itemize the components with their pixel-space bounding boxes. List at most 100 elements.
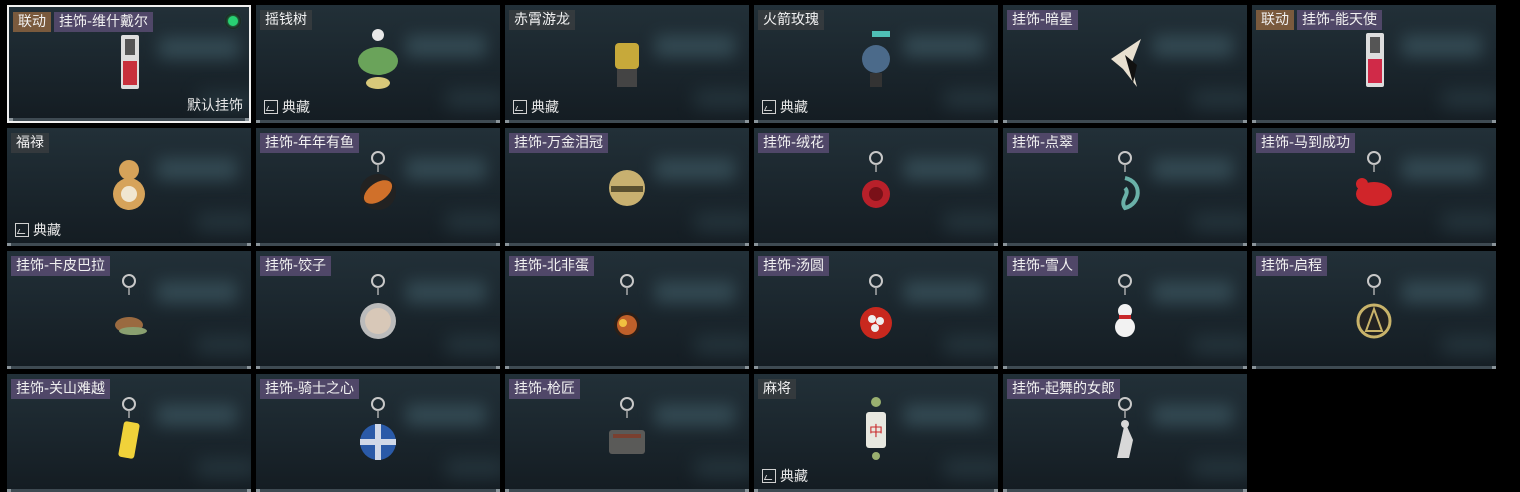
charm-tile[interactable]: 火箭玫瑰 典藏	[754, 5, 998, 123]
charm-tile[interactable]: 麻将 典藏 中	[754, 374, 998, 492]
charm-name: 挂饰-绒花	[758, 133, 830, 153]
charm-labels: 摇钱树	[260, 10, 312, 30]
charm-name: 挂饰-关山难越	[11, 379, 111, 399]
tile-bottom-bar	[1003, 243, 1247, 246]
charm-tile[interactable]: 挂饰-饺子	[256, 251, 500, 369]
tile-bottom-bar	[505, 243, 749, 246]
tile-bottom-bar	[1252, 366, 1496, 369]
classic-collection-tag: 典藏	[15, 220, 61, 240]
equipped-indicator-icon	[225, 13, 241, 29]
gourd-icon	[107, 148, 151, 224]
dragon-figure-icon	[605, 25, 649, 101]
charm-tile[interactable]: 挂饰-年年有鱼	[256, 128, 500, 246]
shakshuka-icon	[605, 271, 649, 347]
charm-labels: 挂饰-关山难越	[11, 379, 111, 399]
charm-labels: 挂饰-饺子	[260, 256, 332, 276]
charm-name: 福禄	[11, 133, 49, 153]
fish-plate-icon	[356, 148, 400, 224]
charm-name: 挂饰-马到成功	[1256, 133, 1356, 153]
charm-labels: 挂饰-起舞的女郎	[1007, 379, 1121, 399]
tile-bottom-bar	[256, 243, 500, 246]
tile-bottom-bar	[1003, 120, 1247, 123]
charm-name: 挂饰-骑士之心	[260, 379, 360, 399]
mahjong-glyph: 中	[869, 424, 883, 440]
rose-icon	[854, 148, 898, 224]
charm-tile[interactable]: 福禄典藏	[7, 128, 251, 246]
charm-name: 挂饰-卡皮巴拉	[11, 256, 111, 276]
charm-tile[interactable]: 挂饰-万金泪冠	[505, 128, 749, 246]
dark-star-icon	[1103, 25, 1147, 101]
charm-labels: 挂饰-雪人	[1007, 256, 1079, 276]
tile-bottom-bar	[754, 243, 998, 246]
charm-tile[interactable]: 挂饰-绒花	[754, 128, 998, 246]
collab-badge: 联动	[13, 12, 51, 32]
charm-labels: 挂饰-卡皮巴拉	[11, 256, 111, 276]
tile-bottom-bar	[505, 120, 749, 123]
charm-name: 挂饰-维什戴尔	[54, 12, 154, 32]
crown-emblem-icon	[605, 148, 649, 224]
charm-tile[interactable]: 赤霄游龙 典藏	[505, 5, 749, 123]
charm-labels: 挂饰-马到成功	[1256, 133, 1356, 153]
charm-tile[interactable]: 挂饰-起舞的女郎	[1003, 374, 1247, 492]
image-gallery-icon	[762, 100, 776, 114]
classic-collection-tag: 典藏	[264, 97, 310, 117]
classic-label: 典藏	[780, 100, 808, 116]
charm-tile[interactable]: 挂饰-骑士之心	[256, 374, 500, 492]
charm-name: 挂饰-雪人	[1007, 256, 1079, 276]
mahjong-tile-icon: 中	[854, 394, 898, 470]
charm-labels: 联动 挂饰-维什戴尔	[13, 12, 154, 32]
dancer-statue-icon	[1103, 394, 1147, 470]
charm-name: 挂饰-年年有鱼	[260, 133, 360, 153]
phoenix-pin-icon	[1103, 148, 1147, 224]
charm-name: 挂饰-能天使	[1297, 10, 1383, 30]
charm-tile[interactable]: 挂饰-马到成功	[1252, 128, 1496, 246]
classic-label: 典藏	[282, 100, 310, 116]
luggage-tag-icon	[107, 27, 151, 103]
charm-name: 挂饰-万金泪冠	[509, 133, 609, 153]
charm-tile[interactable]: 挂饰-启程	[1252, 251, 1496, 369]
charm-labels: 挂饰-启程	[1256, 256, 1328, 276]
tile-bottom-bar	[1252, 120, 1496, 123]
charm-labels: 挂饰-枪匠	[509, 379, 581, 399]
charm-grid: 联动 挂饰-维什戴尔 默认挂饰 摇钱树 典藏 赤霄游龙 典藏 火箭玫瑰 典藏 挂饰-暗星 联动 挂饰-…	[7, 5, 1500, 492]
charm-labels: 挂饰-骑士之心	[260, 379, 360, 399]
tile-bottom-bar	[256, 366, 500, 369]
tile-bottom-bar	[7, 243, 251, 246]
charm-tile[interactable]: 挂饰-北非蛋	[505, 251, 749, 369]
charm-tile[interactable]: 挂饰-点翠	[1003, 128, 1247, 246]
charm-tile[interactable]: 挂饰-暗星	[1003, 5, 1247, 123]
charm-name: 火箭玫瑰	[758, 10, 824, 30]
image-gallery-icon	[513, 100, 527, 114]
charm-name: 挂饰-暗星	[1007, 10, 1079, 30]
image-gallery-icon	[762, 469, 776, 483]
snowman-icon	[1103, 271, 1147, 347]
charm-labels: 挂饰-汤圆	[758, 256, 830, 276]
tile-bottom-bar	[256, 120, 500, 123]
charm-tile[interactable]: 挂饰-枪匠	[505, 374, 749, 492]
charm-labels: 挂饰-绒花	[758, 133, 830, 153]
charm-name: 挂饰-点翠	[1007, 133, 1079, 153]
charm-name: 挂饰-起舞的女郎	[1007, 379, 1121, 399]
charm-tile[interactable]: 摇钱树典藏	[256, 5, 500, 123]
charm-tile[interactable]: 挂饰-卡皮巴拉	[7, 251, 251, 369]
compass-ring-icon	[1352, 271, 1396, 347]
capybara-icon	[107, 271, 151, 347]
gun-case-icon	[605, 394, 649, 470]
charm-name: 挂饰-饺子	[260, 256, 332, 276]
charm-labels: 挂饰-年年有鱼	[260, 133, 360, 153]
rocket-figure-icon	[854, 25, 898, 101]
charm-labels: 挂饰-点翠	[1007, 133, 1079, 153]
charm-name: 麻将	[758, 379, 796, 399]
charm-tile[interactable]: 联动 挂饰-维什戴尔 默认挂饰	[7, 5, 251, 123]
charm-tile[interactable]: 联动 挂饰-能天使	[1252, 5, 1496, 123]
tile-bottom-bar	[1003, 366, 1247, 369]
charm-tile[interactable]: 挂饰-雪人	[1003, 251, 1247, 369]
tile-bottom-bar	[505, 366, 749, 369]
money-tree-icon	[356, 25, 400, 101]
tile-bottom-bar	[754, 366, 998, 369]
tangyuan-bowl-icon	[854, 271, 898, 347]
charm-name: 摇钱树	[260, 10, 312, 30]
charm-tile[interactable]: 挂饰-汤圆	[754, 251, 998, 369]
charm-labels: 麻将	[758, 379, 796, 399]
charm-tile[interactable]: 挂饰-关山难越	[7, 374, 251, 492]
